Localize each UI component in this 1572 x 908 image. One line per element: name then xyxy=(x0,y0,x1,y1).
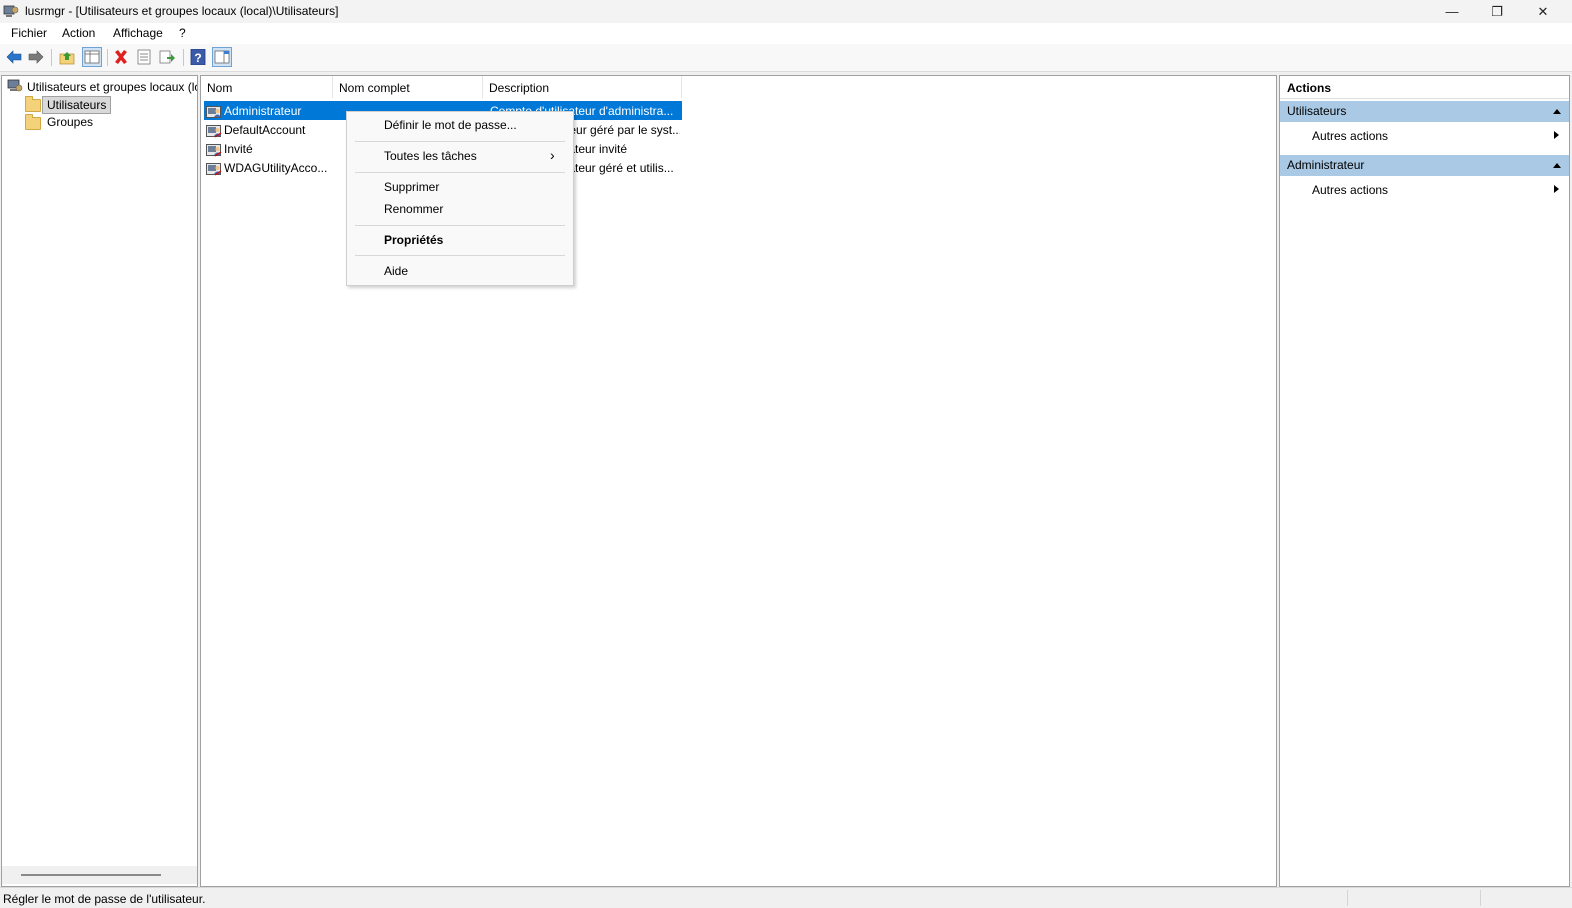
tree-horizontal-scrollbar[interactable] xyxy=(2,866,197,884)
back-icon[interactable] xyxy=(6,49,22,65)
submenu-arrow-icon xyxy=(1554,131,1559,139)
properties-icon[interactable] xyxy=(136,49,152,65)
menu-separator xyxy=(355,141,565,142)
actions-section-administrateur[interactable]: Administrateur xyxy=(1280,155,1569,176)
section-title: Administrateur xyxy=(1287,158,1365,172)
svg-text:?: ? xyxy=(194,51,201,65)
menu-item-set-password[interactable]: Définir le mot de passe... xyxy=(384,118,517,132)
export-list-icon[interactable] xyxy=(159,49,175,65)
tree-root-label[interactable]: Utilisateurs et groupes locaux (local) xyxy=(27,80,197,94)
local-users-groups-icon xyxy=(7,79,23,92)
folder-icon xyxy=(25,96,41,112)
user-icon xyxy=(206,106,221,118)
menu-item-help[interactable]: Aide xyxy=(384,264,408,278)
show-hide-tree-icon[interactable] xyxy=(82,47,102,67)
menu-item-properties[interactable]: Propriétés xyxy=(384,233,443,247)
menu-separator xyxy=(355,172,565,173)
window-title: lusrmgr - [Utilisateurs et groupes locau… xyxy=(25,4,339,18)
status-bar: Régler le mot de passe de l'utilisateur. xyxy=(0,887,1572,908)
show-hide-action-pane-icon[interactable] xyxy=(212,47,232,67)
restore-button[interactable]: ❐ xyxy=(1474,0,1520,23)
title-bar: lusrmgr - [Utilisateurs et groupes locau… xyxy=(0,0,1572,23)
delete-icon[interactable] xyxy=(113,49,129,65)
restore-icon: ❐ xyxy=(1491,3,1503,19)
actions-header: Actions xyxy=(1280,78,1569,99)
column-header-nom[interactable]: Nom xyxy=(201,76,333,98)
tree-item-groupes[interactable]: Groupes xyxy=(47,115,93,129)
submenu-arrow-icon xyxy=(1554,185,1559,193)
menu-separator xyxy=(355,255,565,256)
tree-item-utilisateurs[interactable]: Utilisateurs xyxy=(42,96,112,114)
menu-item-rename[interactable]: Renommer xyxy=(384,202,443,216)
user-icon xyxy=(206,163,222,176)
action-autres-actions[interactable]: Autres actions xyxy=(1312,183,1388,197)
status-text: Régler le mot de passe de l'utilisateur. xyxy=(3,892,206,906)
submenu-arrow-icon: › xyxy=(550,147,555,163)
section-title: Utilisateurs xyxy=(1287,104,1347,118)
column-header-description[interactable]: Description xyxy=(483,76,682,98)
column-header-nom-complet[interactable]: Nom complet xyxy=(333,76,483,98)
menu-fichier[interactable]: Fichier xyxy=(11,26,47,40)
menu-help[interactable]: ? xyxy=(179,26,186,40)
close-icon: ✕ xyxy=(1537,3,1549,19)
row-name: Administrateur xyxy=(224,104,302,118)
actions-pane: Actions Utilisateurs Autres actions Admi… xyxy=(1279,75,1570,887)
folder-icon xyxy=(25,114,41,130)
menu-item-all-tasks[interactable]: Toutes les tâches xyxy=(384,149,477,163)
menu-bar: Fichier Action Affichage ? xyxy=(0,23,1572,44)
minimize-button[interactable]: — xyxy=(1429,0,1475,23)
context-menu: Définir le mot de passe... Toutes les tâ… xyxy=(346,111,574,286)
computer-management-icon xyxy=(3,5,19,17)
menu-separator xyxy=(355,225,565,226)
help-icon[interactable]: ? xyxy=(190,49,206,65)
user-icon xyxy=(206,144,222,157)
row-name: DefaultAccount xyxy=(224,123,306,137)
row-name: WDAGUtilityAcco... xyxy=(224,161,328,175)
scrollbar-thumb[interactable] xyxy=(21,874,161,876)
actions-section-utilisateurs[interactable]: Utilisateurs xyxy=(1280,101,1569,122)
user-icon xyxy=(206,125,222,138)
collapse-icon[interactable] xyxy=(1553,163,1561,168)
menu-item-delete[interactable]: Supprimer xyxy=(384,180,439,194)
console-tree: Utilisateurs et groupes locaux (local) U… xyxy=(1,75,198,887)
collapse-icon[interactable] xyxy=(1553,109,1561,114)
minimize-icon: — xyxy=(1445,4,1459,19)
status-divider xyxy=(1480,890,1481,906)
menu-affichage[interactable]: Affichage xyxy=(113,26,163,40)
menu-action[interactable]: Action xyxy=(62,26,95,40)
toolbar: ? xyxy=(0,44,1572,72)
up-folder-icon[interactable] xyxy=(59,49,75,65)
row-name: Invité xyxy=(224,142,253,156)
forward-icon[interactable] xyxy=(28,49,44,65)
action-autres-actions[interactable]: Autres actions xyxy=(1312,129,1388,143)
close-button[interactable]: ✕ xyxy=(1520,0,1566,23)
status-divider xyxy=(1347,890,1348,906)
